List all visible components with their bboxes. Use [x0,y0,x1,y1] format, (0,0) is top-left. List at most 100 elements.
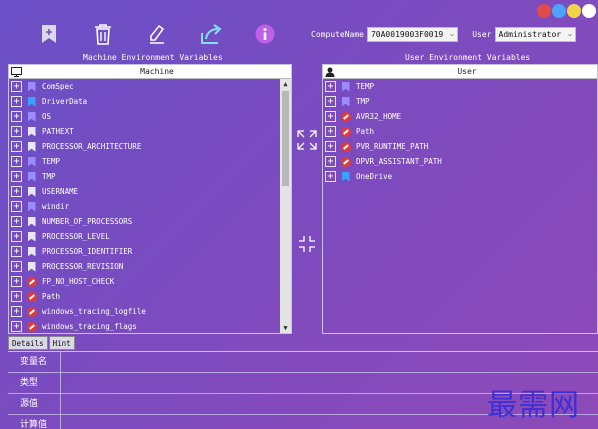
bookmark-icon [340,96,351,107]
expand-icon[interactable]: + [11,111,22,122]
info-button[interactable] [252,20,278,48]
expand-icon[interactable]: + [11,141,22,152]
user-section-title: User Environment Variables [405,53,531,62]
list-item[interactable]: + Path [9,289,291,304]
list-item-label: USERNAME [42,187,79,196]
expand-arrows-icon[interactable] [296,129,318,154]
list-item[interactable]: + DriverData [9,94,291,109]
expand-icon[interactable]: + [325,81,336,92]
list-item-label: AVR32_HOME [356,112,402,121]
window-dot [552,4,566,18]
expand-icon[interactable]: + [11,171,22,182]
trash-button[interactable] [90,20,116,48]
bookmark-icon [26,246,37,257]
user-column-header: User [457,67,477,76]
expand-icon[interactable]: + [11,81,22,92]
list-item[interactable]: + PROCESSOR_LEVEL [9,229,291,244]
expand-icon[interactable]: + [11,261,22,272]
machine-section-title: Machine Environment Variables [83,53,223,62]
list-item-label: TEMP [356,82,375,91]
expand-icon[interactable]: + [11,96,22,107]
expand-icon[interactable]: + [11,201,22,212]
list-item-label: PROCESSOR_IDENTIFIER [42,247,133,256]
list-item-label: FP_NO_HOST_CHECK [42,277,115,286]
list-item[interactable]: + Path [323,124,597,139]
list-item-label: ComSpec [42,82,74,91]
details-label: 变量名 [8,352,61,372]
window-dot [582,4,596,18]
bookmark-button[interactable] [36,20,62,48]
list-item[interactable]: + OneDrive [323,169,597,184]
tab-hint[interactable]: Hint [48,336,75,350]
share-icon [201,24,222,44]
user-icon [323,67,337,77]
selector-bar: ComputeName 70A0019003F0019 ⌵ User Admin… [311,27,590,42]
machine-scrollbar[interactable]: ▲ ▼ [280,79,291,333]
expand-icon[interactable]: + [11,291,22,302]
expand-icon[interactable]: + [11,186,22,197]
error-icon [26,306,37,317]
scroll-down-icon[interactable]: ▼ [280,323,291,333]
list-item[interactable]: + PROCESSOR_IDENTIFIER [9,244,291,259]
scroll-up-icon[interactable]: ▲ [280,79,291,89]
scroll-thumb[interactable] [282,91,289,186]
expand-icon[interactable]: + [325,156,336,167]
bookmark-icon [26,231,37,242]
expand-icon[interactable]: + [11,306,22,317]
list-item[interactable]: + PVR_RUNTIME_PATH [323,139,597,154]
expand-icon[interactable]: + [325,141,336,152]
monitor-icon [9,66,23,77]
list-item[interactable]: + TEMP [323,79,597,94]
expand-icon[interactable]: + [325,171,336,182]
detail-tabs: Details Hint [8,336,76,350]
list-item-label: DriverData [42,97,88,106]
list-item[interactable]: + ComSpec [9,79,291,94]
expand-icon[interactable]: + [11,231,22,242]
expand-icon[interactable]: + [325,96,336,107]
compute-name-select[interactable]: 70A0019003F0019 ⌵ [366,27,459,42]
list-item[interactable]: + windir [9,199,291,214]
bookmark-icon [26,186,37,197]
error-icon [340,111,351,122]
list-item[interactable]: + TEMP [9,154,291,169]
list-item[interactable]: + NUMBER_OF_PROCESSORS [9,214,291,229]
list-item[interactable]: + OS [9,109,291,124]
bookmark-icon [26,141,37,152]
share-button[interactable] [198,20,224,48]
user-select[interactable]: Administrator ⌵ [494,27,577,42]
list-item[interactable]: + PROCESSOR_ARCHITECTURE [9,139,291,154]
expand-icon[interactable]: + [11,156,22,167]
list-item[interactable]: + windows_tracing_logfile [9,304,291,319]
edit-button[interactable] [144,20,170,48]
list-item[interactable]: + USERNAME [9,184,291,199]
expand-icon[interactable]: + [325,111,336,122]
list-item-label: windir [42,202,70,211]
bookmark-icon [340,81,351,92]
list-item[interactable]: + DPVR_ASSISTANT_PATH [323,154,597,169]
expand-icon[interactable]: + [11,276,22,287]
expand-icon[interactable]: + [11,216,22,227]
list-item[interactable]: + TMP [323,94,597,109]
list-item[interactable]: + FP_NO_HOST_CHECK [9,274,291,289]
expand-icon[interactable]: + [11,321,22,332]
list-item-label: OS [42,112,52,121]
toolbar [36,20,306,48]
details-value[interactable] [61,352,598,372]
list-item[interactable]: + AVR32_HOME [323,109,597,124]
bookmark-icon [26,111,37,122]
collapse-arrows-icon[interactable] [296,233,318,258]
list-item[interactable]: + windows_tracing_flags [9,319,291,334]
list-item-label: windows_tracing_flags [42,322,137,331]
error-icon [26,321,37,332]
bookmark-icon [26,171,37,182]
list-item[interactable]: + TMP [9,169,291,184]
compute-name-label: ComputeName [311,30,364,39]
expand-icon[interactable]: + [11,126,22,137]
expand-icon[interactable]: + [11,246,22,257]
window-dot [567,4,581,18]
tab-details[interactable]: Details [8,336,48,350]
list-item[interactable]: + PATHEXT [9,124,291,139]
expand-icon[interactable]: + [325,126,336,137]
list-item[interactable]: + PROCESSOR_REVISION [9,259,291,274]
bookmark-icon [26,201,37,212]
